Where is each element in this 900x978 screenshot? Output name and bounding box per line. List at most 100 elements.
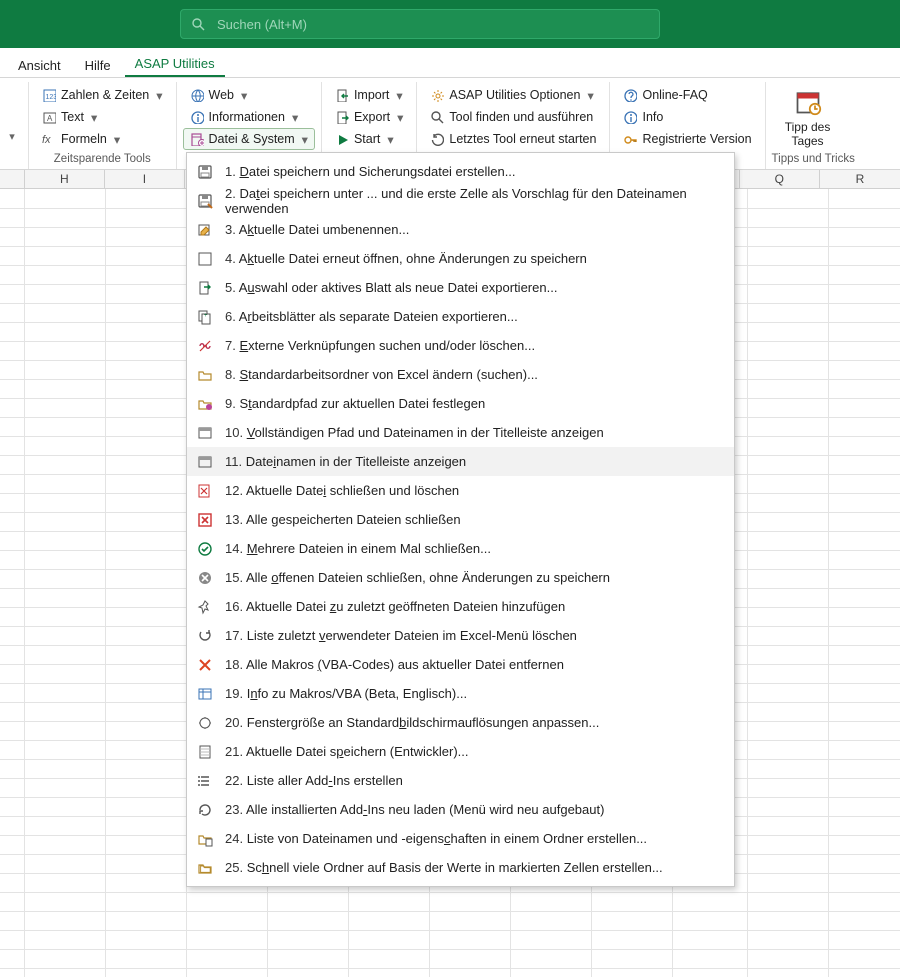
search-box[interactable] xyxy=(180,9,660,39)
reopen-icon xyxy=(197,251,213,267)
gear-icon xyxy=(430,88,444,102)
btn-import[interactable]: Import▾ xyxy=(328,84,410,106)
label: Datei & System xyxy=(209,132,295,146)
menu-item-1[interactable]: 1. Datei speichern und Sicherungsdatei e… xyxy=(187,157,734,186)
close-gray-icon xyxy=(197,570,213,586)
label: Info xyxy=(642,110,663,124)
menu-item-9[interactable]: 9. Standardpfad zur aktuellen Datei fest… xyxy=(187,389,734,418)
menu-item-5[interactable]: 5. Auswahl oder aktives Blatt als neue D… xyxy=(187,273,734,302)
col-header-h[interactable]: H xyxy=(25,170,105,188)
menu-item-label: 13. Alle gespeicherten Dateien schließen xyxy=(225,512,726,527)
btn-info[interactable]: Info xyxy=(616,106,758,128)
col-header-r[interactable]: R xyxy=(820,170,900,188)
col-header-i[interactable]: I xyxy=(105,170,185,188)
menu-item-label: 20. Fenstergröße an Standardbildschirmau… xyxy=(225,715,726,730)
menu-item-15[interactable]: 15. Alle offenen Dateien schließen, ohne… xyxy=(187,563,734,592)
btn-informationen[interactable]: Informationen▾ xyxy=(183,106,315,128)
btn-datei-system[interactable]: Datei & System ▾ xyxy=(183,128,315,150)
resize-icon xyxy=(197,715,213,731)
menu-item-2[interactable]: 2. Datei speichern unter ... und die ers… xyxy=(187,186,734,215)
menu-item-10[interactable]: 10. Vollständigen Pfad und Dateinamen in… xyxy=(187,418,734,447)
menu-item-label: 25. Schnell viele Ordner auf Basis der W… xyxy=(225,860,726,875)
question-icon xyxy=(623,88,637,102)
sheet-icon xyxy=(197,744,213,760)
btn-registrierte-version[interactable]: Registrierte Version xyxy=(616,128,758,150)
menu-item-17[interactable]: 17. Liste zuletzt verwendeter Dateien im… xyxy=(187,621,734,650)
label: Text xyxy=(61,110,84,124)
btn-web[interactable]: Web▾ xyxy=(183,84,315,106)
col-header-q[interactable]: Q xyxy=(740,170,820,188)
tab-hilfe[interactable]: Hilfe xyxy=(75,52,121,77)
menu-item-label: 21. Aktuelle Datei speichern (Entwickler… xyxy=(225,744,726,759)
tab-ansicht[interactable]: Ansicht xyxy=(8,52,71,77)
folder-list-icon xyxy=(197,831,213,847)
menu-item-7[interactable]: 7. Externe Verknüpfungen suchen und/oder… xyxy=(187,331,734,360)
menu-item-21[interactable]: 21. Aktuelle Datei speichern (Entwickler… xyxy=(187,737,734,766)
chevron-down-icon: ▾ xyxy=(241,88,247,103)
menu-item-12[interactable]: 12. Aktuelle Datei schließen und löschen xyxy=(187,476,734,505)
menu-item-label: 22. Liste aller Add-Ins erstellen xyxy=(225,773,726,788)
menu-item-19[interactable]: 19. Info zu Makros/VBA (Beta, Englisch).… xyxy=(187,679,734,708)
recycle-icon xyxy=(197,628,213,644)
menu-item-label: 6. Arbeitsblätter als separate Dateien e… xyxy=(225,309,726,324)
reload-icon xyxy=(197,802,213,818)
pin-icon xyxy=(197,599,213,615)
btn-tipp-des-tages[interactable]: Tipp desTages xyxy=(772,84,844,151)
menu-item-16[interactable]: 16. Aktuelle Datei zu zuletzt geöffneten… xyxy=(187,592,734,621)
menu-item-25[interactable]: 25. Schnell viele Ordner auf Basis der W… xyxy=(187,853,734,882)
folder-icon xyxy=(197,367,213,383)
btn-start[interactable]: Start▾ xyxy=(328,128,410,150)
menu-item-8[interactable]: 8. Standardarbeitsordner von Excel änder… xyxy=(187,360,734,389)
group-label-zeitsparende: Zeitsparende Tools xyxy=(35,151,170,169)
text-icon xyxy=(42,110,56,124)
table-info-icon xyxy=(197,686,213,702)
label: Registrierte Version xyxy=(642,132,751,146)
import-icon xyxy=(335,88,349,102)
datei-system-menu: 1. Datei speichern und Sicherungsdatei e… xyxy=(186,152,735,887)
group-label-tipps: Tipps und Tricks xyxy=(772,151,855,169)
menu-item-20[interactable]: 20. Fenstergröße an Standardbildschirmau… xyxy=(187,708,734,737)
numbers-icon xyxy=(42,88,56,102)
col-header-edge[interactable] xyxy=(0,170,25,188)
search-input[interactable] xyxy=(215,16,649,33)
folder-multi-icon xyxy=(197,860,213,876)
menu-item-label: 15. Alle offenen Dateien schließen, ohne… xyxy=(225,570,726,585)
menu-item-label: 10. Vollständigen Pfad und Dateinamen in… xyxy=(225,425,726,440)
menu-item-3[interactable]: 3. Aktuelle Datei umbenennen... xyxy=(187,215,734,244)
menu-item-label: 4. Aktuelle Datei erneut öffnen, ohne Än… xyxy=(225,251,726,266)
menu-item-23[interactable]: 23. Alle installierten Add-Ins neu laden… xyxy=(187,795,734,824)
tab-asap-utilities[interactable]: ASAP Utilities xyxy=(125,50,225,77)
ribbon-prev-dropdown[interactable]: ▾ xyxy=(9,130,15,143)
btn-online-faq[interactable]: Online-FAQ xyxy=(616,84,758,106)
btn-asap-optionen[interactable]: ASAP Utilities Optionen▾ xyxy=(423,84,603,106)
menu-item-label: 9. Standardpfad zur aktuellen Datei fest… xyxy=(225,396,726,411)
menu-item-24[interactable]: 24. Liste von Dateinamen und -eigenschaf… xyxy=(187,824,734,853)
btn-zahlen-zeiten[interactable]: Zahlen & Zeiten▾ xyxy=(35,84,170,106)
btn-text[interactable]: Text▾ xyxy=(35,106,170,128)
chevron-down-icon: ▾ xyxy=(156,88,162,103)
menu-item-22[interactable]: 22. Liste aller Add-Ins erstellen xyxy=(187,766,734,795)
label: Letztes Tool erneut starten xyxy=(449,132,596,146)
export-sheet-icon xyxy=(197,280,213,296)
folder-set-icon xyxy=(197,396,213,412)
menu-item-14[interactable]: 14. Mehrere Dateien in einem Mal schließ… xyxy=(187,534,734,563)
label: Tipp desTages xyxy=(785,120,831,149)
titlebar-icon xyxy=(197,454,213,470)
play-icon xyxy=(335,132,349,146)
info-icon xyxy=(623,110,637,124)
btn-letztes-tool[interactable]: Letztes Tool erneut starten xyxy=(423,128,603,150)
menu-item-6[interactable]: 6. Arbeitsblätter als separate Dateien e… xyxy=(187,302,734,331)
menu-item-label: 2. Datei speichern unter ... und die ers… xyxy=(225,186,726,216)
chevron-down-icon: ▾ xyxy=(302,132,308,147)
menu-item-18[interactable]: 18. Alle Makros (VBA-Codes) aus aktuelle… xyxy=(187,650,734,679)
label: ASAP Utilities Optionen xyxy=(449,88,580,102)
menu-item-4[interactable]: 4. Aktuelle Datei erneut öffnen, ohne Än… xyxy=(187,244,734,273)
label: Export xyxy=(354,110,390,124)
chevron-down-icon: ▾ xyxy=(396,88,402,103)
btn-formeln[interactable]: Formeln▾ xyxy=(35,128,170,150)
menu-item-13[interactable]: 13. Alle gespeicherten Dateien schließen xyxy=(187,505,734,534)
menu-item-11[interactable]: 11. Dateinamen in der Titelleiste anzeig… xyxy=(187,447,734,476)
btn-export[interactable]: Export▾ xyxy=(328,106,410,128)
btn-tool-finden[interactable]: Tool finden und ausführen xyxy=(423,106,603,128)
search-icon xyxy=(430,110,444,124)
